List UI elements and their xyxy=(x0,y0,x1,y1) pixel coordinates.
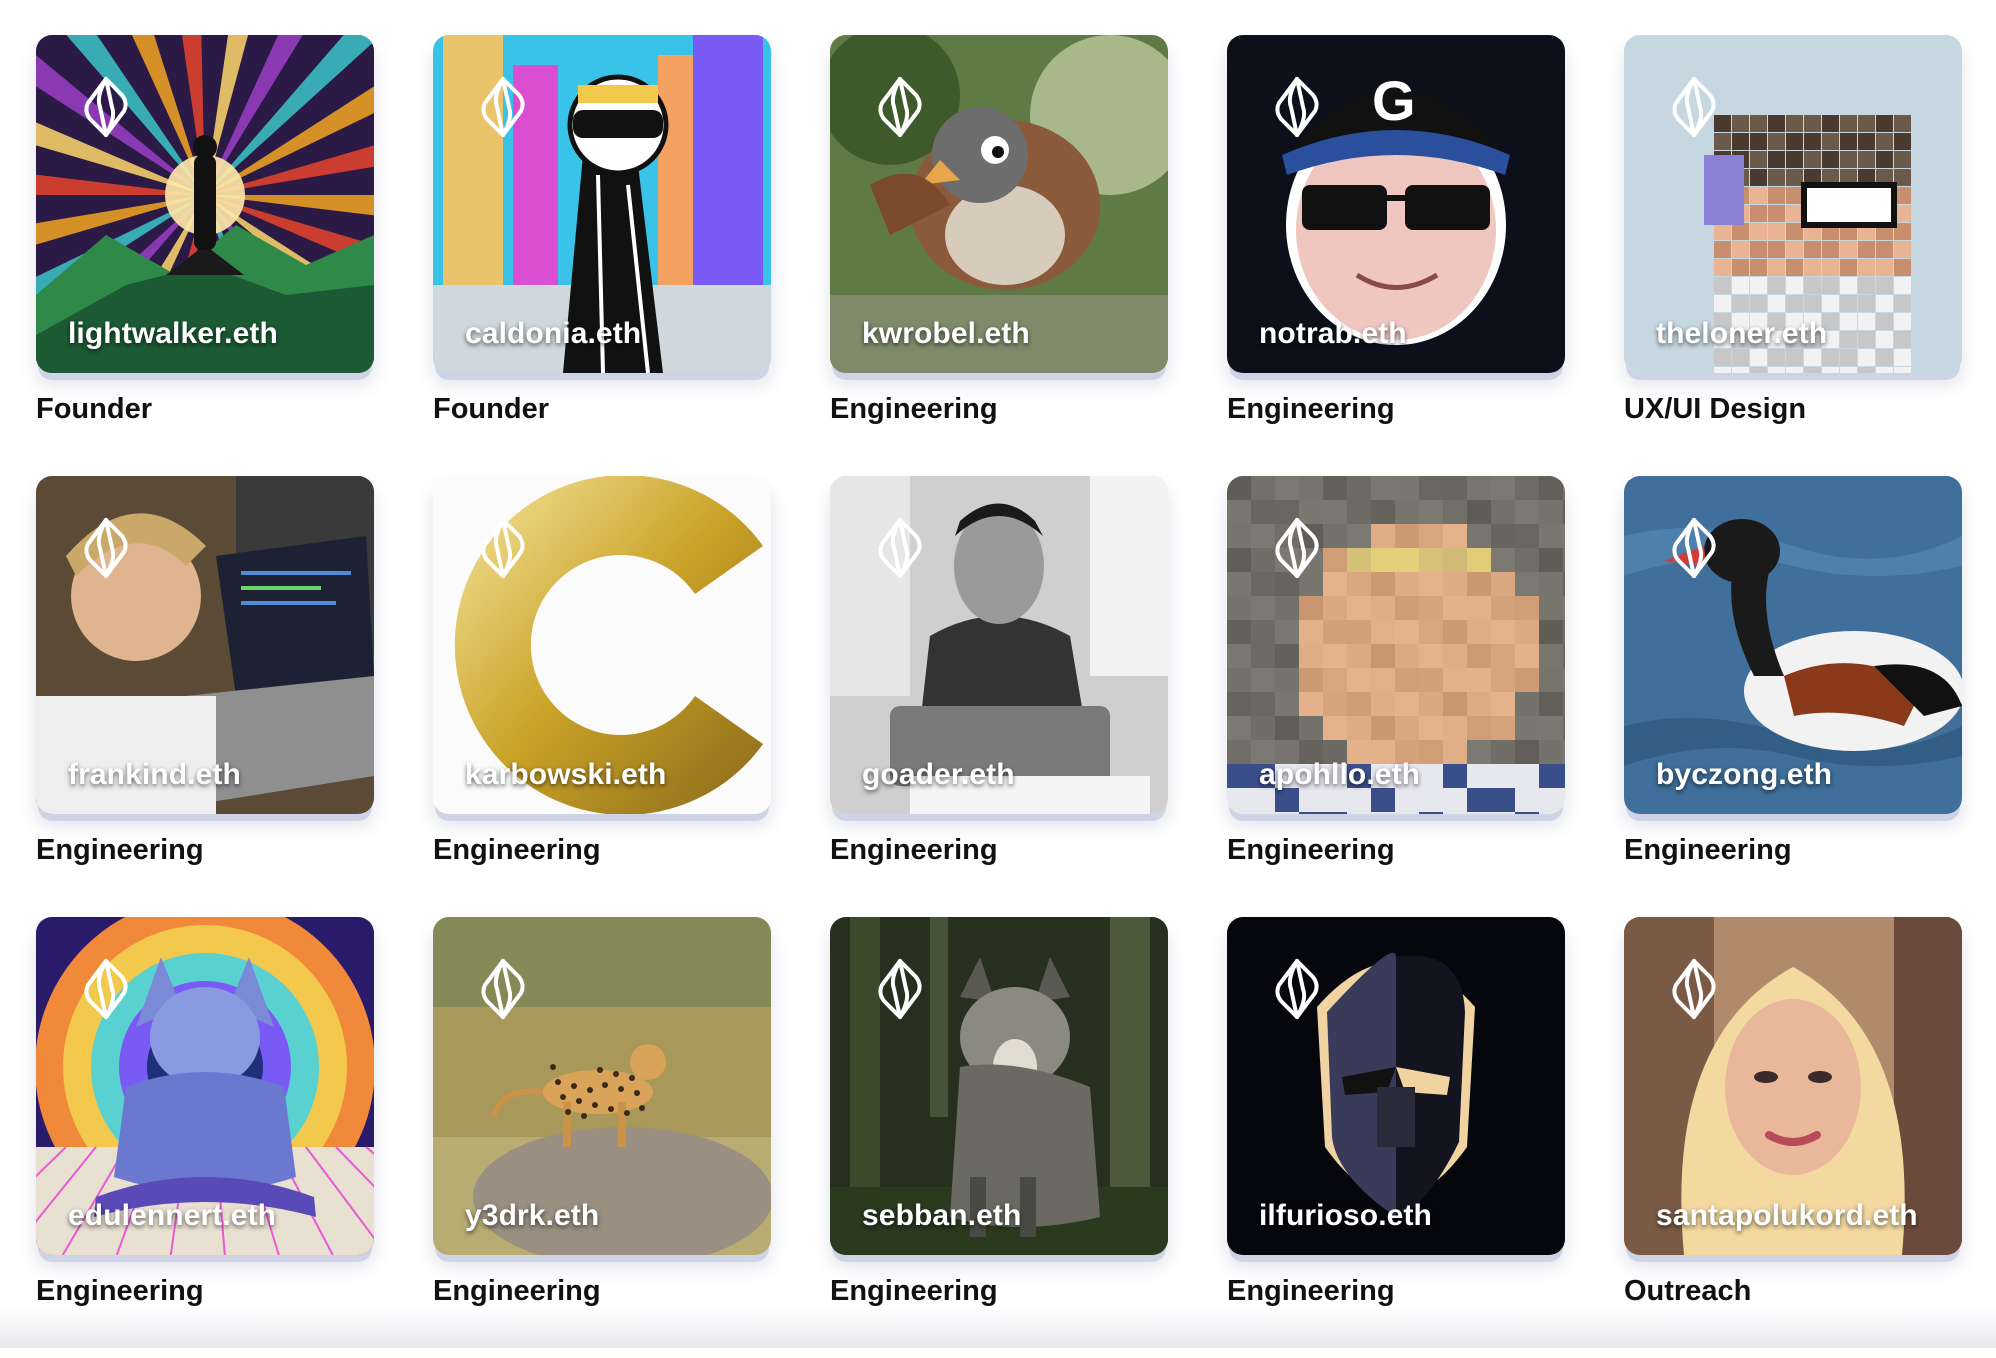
ens-logo-icon xyxy=(1664,516,1724,580)
ens-logo-icon xyxy=(76,957,136,1021)
team-member-card: goader.eth Engineering xyxy=(830,476,1168,917)
ens-name-label: edulennert.eth xyxy=(68,1199,277,1232)
ens-logo-icon xyxy=(870,516,930,580)
team-member-card: kwrobel.eth Engineering xyxy=(830,35,1168,476)
ens-name-label: goader.eth xyxy=(862,758,1015,791)
ens-name-label: notrab.eth xyxy=(1259,317,1407,350)
member-avatar-link[interactable]: santapolukord.eth xyxy=(1624,917,1962,1255)
bottom-fade xyxy=(0,1308,1996,1348)
ens-logo-icon xyxy=(870,957,930,1021)
ens-name-label: byczong.eth xyxy=(1656,758,1833,791)
member-role: Engineering xyxy=(1624,834,1792,866)
ens-name-label: y3drk.eth xyxy=(465,1199,600,1232)
member-avatar-link[interactable]: frankind.eth xyxy=(36,476,374,814)
member-avatar-link[interactable]: goader.eth xyxy=(830,476,1168,814)
team-member-card: karbowski.eth Engineering xyxy=(433,476,771,917)
ens-logo-icon xyxy=(76,516,136,580)
ens-logo-icon xyxy=(473,75,533,139)
member-avatar-link[interactable]: ilfurioso.eth xyxy=(1227,917,1565,1255)
team-member-card: santapolukord.eth Outreach xyxy=(1624,917,1962,1358)
team-member-card: frankind.eth Engineering xyxy=(36,476,374,917)
ens-logo-icon xyxy=(1267,957,1327,1021)
member-avatar-link[interactable]: lightwalker.eth xyxy=(36,35,374,373)
member-role: Engineering xyxy=(36,834,204,866)
member-role: Outreach xyxy=(1624,1275,1752,1307)
member-role: Founder xyxy=(36,393,152,425)
member-role: Founder xyxy=(433,393,549,425)
member-avatar-link[interactable]: kwrobel.eth xyxy=(830,35,1168,373)
team-member-card: edulennert.eth Engineering xyxy=(36,917,374,1358)
member-role: Engineering xyxy=(36,1275,204,1307)
ens-name-label: karbowski.eth xyxy=(465,758,667,791)
ens-logo-icon xyxy=(1664,75,1724,139)
member-role: Engineering xyxy=(433,834,601,866)
member-role: Engineering xyxy=(1227,1275,1395,1307)
team-member-card: sebban.eth Engineering xyxy=(830,917,1168,1358)
team-member-card: G notrab.eth Engineering xyxy=(1227,35,1565,476)
member-avatar-link[interactable]: karbowski.eth xyxy=(433,476,771,814)
team-member-card: byczong.eth Engineering xyxy=(1624,476,1962,917)
member-role: UX/UI Design xyxy=(1624,393,1807,425)
team-member-card: y3drk.eth Engineering xyxy=(433,917,771,1358)
ens-logo-icon xyxy=(870,75,930,139)
ens-logo-icon xyxy=(473,516,533,580)
member-role: Engineering xyxy=(830,1275,998,1307)
member-avatar-link[interactable]: byczong.eth xyxy=(1624,476,1962,814)
member-role: Engineering xyxy=(830,393,998,425)
team-member-card: ilfurioso.eth Engineering xyxy=(1227,917,1565,1358)
ens-name-label: caldonia.eth xyxy=(465,317,642,350)
ens-logo-icon xyxy=(1267,75,1327,139)
member-role: Engineering xyxy=(1227,834,1395,866)
member-avatar-link[interactable]: apohllo.eth xyxy=(1227,476,1565,814)
team-members-grid: lightwalker.eth Founder caldonia.eth Found… xyxy=(36,35,1962,1358)
member-avatar-link[interactable]: sebban.eth xyxy=(830,917,1168,1255)
member-avatar-link[interactable]: y3drk.eth xyxy=(433,917,771,1255)
svg-text:G: G xyxy=(1372,69,1416,132)
team-member-card: apohllo.eth Engineering xyxy=(1227,476,1565,917)
ens-name-label: santapolukord.eth xyxy=(1656,1199,1918,1232)
ens-name-label: kwrobel.eth xyxy=(862,317,1030,350)
ens-name-label: ilfurioso.eth xyxy=(1259,1199,1432,1232)
ens-name-label: theloner.eth xyxy=(1656,317,1828,350)
member-avatar-link[interactable]: edulennert.eth xyxy=(36,917,374,1255)
ens-logo-icon xyxy=(473,957,533,1021)
team-member-card: caldonia.eth Founder xyxy=(433,35,771,476)
member-avatar-link[interactable]: G notrab.eth xyxy=(1227,35,1565,373)
member-role: Engineering xyxy=(1227,393,1395,425)
member-role: Engineering xyxy=(433,1275,601,1307)
ens-logo-icon xyxy=(76,75,136,139)
ens-logo-icon xyxy=(1267,516,1327,580)
ens-logo-icon xyxy=(1664,957,1724,1021)
ens-name-label: frankind.eth xyxy=(68,758,241,791)
member-avatar-link[interactable]: caldonia.eth xyxy=(433,35,771,373)
member-avatar-link[interactable]: theloner.eth xyxy=(1624,35,1962,373)
ens-name-label: lightwalker.eth xyxy=(68,317,278,350)
team-member-card: lightwalker.eth Founder xyxy=(36,35,374,476)
member-role: Engineering xyxy=(830,834,998,866)
ens-name-label: apohllo.eth xyxy=(1259,758,1421,791)
team-member-card: theloner.eth UX/UI Design xyxy=(1624,35,1962,476)
ens-name-label: sebban.eth xyxy=(862,1199,1022,1232)
